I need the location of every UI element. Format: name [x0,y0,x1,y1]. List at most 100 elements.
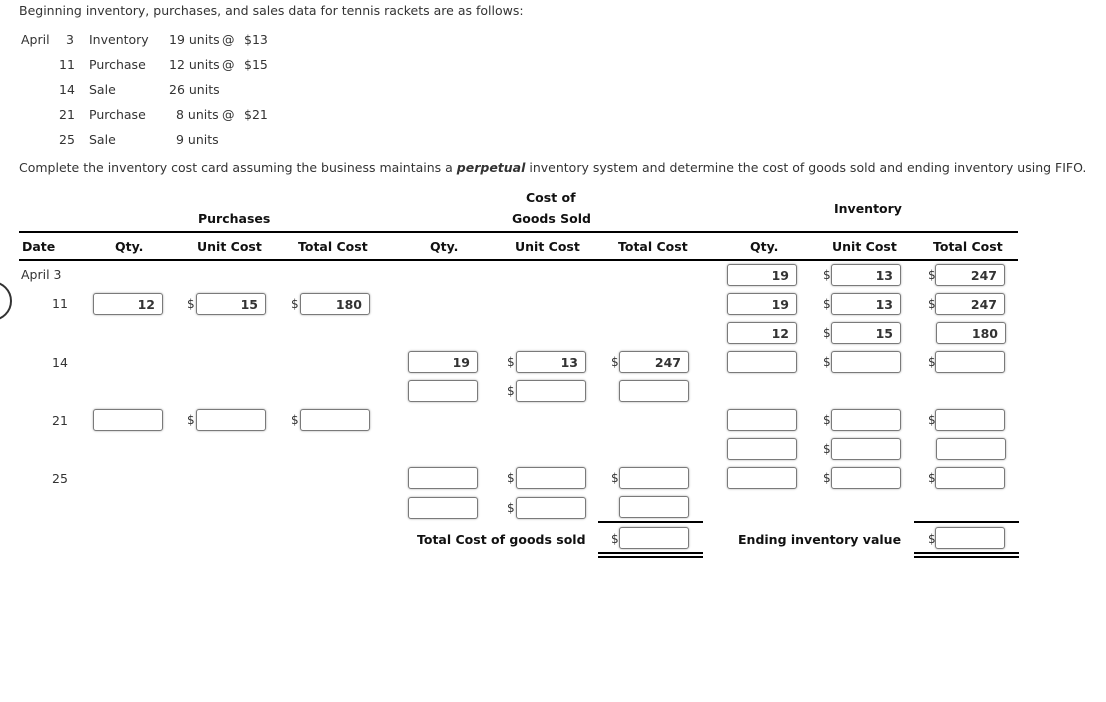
apr11-purchases-qty-input[interactable] [93,293,163,315]
given-day: 11 [59,57,75,72]
dollar-sign: $ [823,413,831,427]
purchases-group-header: Purchases [198,211,271,226]
apr21-purchases-qty-input[interactable] [93,409,163,431]
given-month: April [21,32,50,47]
apr14-inventory-total-cost-input[interactable] [935,351,1005,373]
given-cost: $15 [244,57,268,72]
apr14-inventory-unit-cost-input[interactable] [831,351,901,373]
col-header-inventory-total-cost: Total Cost [933,239,1003,254]
header-bottom-rule [19,259,1018,261]
given-cost: $13 [244,32,268,47]
apr3-inventory-qty-input[interactable] [727,264,797,286]
instruction-text: Complete the inventory cost card assumin… [19,160,1086,175]
apr11-inventory-qty-input-2[interactable] [727,322,797,344]
given-units: 8 units [176,107,219,122]
given-type: Sale [89,132,116,147]
dollar-sign: $ [823,297,831,311]
date-25: 25 [52,471,68,486]
apr21-purchases-total-cost-input[interactable] [300,409,370,431]
ending-inventory-input[interactable] [935,527,1005,549]
apr21-inventory-qty-input-1[interactable] [727,409,797,431]
dollar-sign: $ [823,268,831,282]
apr21-inventory-unit-cost-input-3[interactable] [831,467,901,489]
apr25-cogs-total-cost-input-1[interactable] [619,467,689,489]
apr14-inventory-qty-input[interactable] [727,351,797,373]
cogs-total-double-rule [598,552,703,558]
col-header-inventory-qty: Qty. [750,239,779,254]
apr25-cogs-unit-cost-input-1[interactable] [516,467,586,489]
date-21: 21 [52,413,68,428]
given-at: @ [222,107,235,122]
date-11: 11 [52,296,68,311]
apr14-cogs-qty-input-1[interactable] [408,351,478,373]
dollar-sign: $ [823,442,831,456]
header-top-rule [19,231,1018,233]
given-units: 12 units [169,57,220,72]
apr14-cogs-unit-cost-input-1[interactable] [516,351,586,373]
given-day: 21 [59,107,75,122]
apr11-inventory-total-cost-input-1[interactable] [935,293,1005,315]
ending-inventory-double-rule [914,552,1019,558]
col-header-cogs-total-cost: Total Cost [618,239,688,254]
col-header-inventory-unit-cost: Unit Cost [832,239,897,254]
ending-inventory-top-rule [914,521,1019,523]
apr21-inventory-unit-cost-input-1[interactable] [831,409,901,431]
apr21-inventory-total-cost-input-1[interactable] [935,409,1005,431]
apr14-cogs-qty-input-2[interactable] [408,380,478,402]
given-day: 25 [59,132,75,147]
apr21-inventory-total-cost-input-2[interactable] [936,438,1006,460]
apr3-inventory-unit-cost-input[interactable] [831,264,901,286]
total-cogs-label: Total Cost of goods sold [417,532,586,547]
total-cogs-input[interactable] [619,527,689,549]
apr11-inventory-total-cost-input-2[interactable] [936,322,1006,344]
instruction-after: inventory system and determine the cost … [525,160,1087,175]
apr11-inventory-unit-cost-input-2[interactable] [831,322,901,344]
given-day: 14 [59,82,75,97]
col-header-cogs-unit-cost: Unit Cost [515,239,580,254]
apr14-cogs-unit-cost-input-2[interactable] [516,380,586,402]
dollar-sign: $ [187,413,195,427]
instruction-emphasis: perpetual [456,160,526,175]
given-units: 26 units [169,82,220,97]
apr21-purchases-unit-cost-input[interactable] [196,409,266,431]
apr21-inventory-unit-cost-input-2[interactable] [831,438,901,460]
dollar-sign: $ [507,355,515,369]
dollar-sign: $ [507,384,515,398]
dollar-sign: $ [507,501,515,515]
cogs-total-top-rule [598,521,703,523]
apr21-inventory-qty-input-3[interactable] [727,467,797,489]
dollar-sign: $ [291,297,299,311]
dollar-sign: $ [291,413,299,427]
given-type: Sale [89,82,116,97]
inventory-group-header: Inventory [834,201,902,216]
dollar-sign: $ [187,297,195,311]
apr25-cogs-qty-input-1[interactable] [408,467,478,489]
col-header-purchases-unit-cost: Unit Cost [197,239,262,254]
given-type: Purchase [89,107,146,122]
apr11-purchases-unit-cost-input[interactable] [196,293,266,315]
apr11-inventory-unit-cost-input-1[interactable] [831,293,901,315]
cogs-group-header-line1: Cost of [526,190,576,205]
apr14-cogs-total-cost-input-1[interactable] [619,351,689,373]
dollar-sign: $ [823,471,831,485]
apr25-cogs-qty-input-2[interactable] [408,497,478,519]
apr11-inventory-qty-input-1[interactable] [727,293,797,315]
col-header-purchases-total-cost: Total Cost [298,239,368,254]
apr11-purchases-total-cost-input[interactable] [300,293,370,315]
given-units: 9 units [176,132,219,147]
given-at: @ [222,57,235,72]
apr25-cogs-total-cost-input-2[interactable] [619,496,689,518]
instruction-before: Complete the inventory cost card assumin… [19,160,457,175]
col-header-purchases-qty: Qty. [115,239,144,254]
apr21-inventory-total-cost-input-3[interactable] [935,467,1005,489]
dollar-sign: $ [611,532,619,546]
dollar-sign: $ [611,355,619,369]
apr25-cogs-unit-cost-input-2[interactable] [516,497,586,519]
cogs-group-header-line2: Goods Sold [512,211,591,226]
apr14-cogs-total-cost-input-2[interactable] [619,380,689,402]
dollar-sign: $ [823,355,831,369]
given-type: Purchase [89,57,146,72]
apr21-inventory-qty-input-2[interactable] [727,438,797,460]
given-day: 3 [66,32,74,47]
apr3-inventory-total-cost-input[interactable] [935,264,1005,286]
